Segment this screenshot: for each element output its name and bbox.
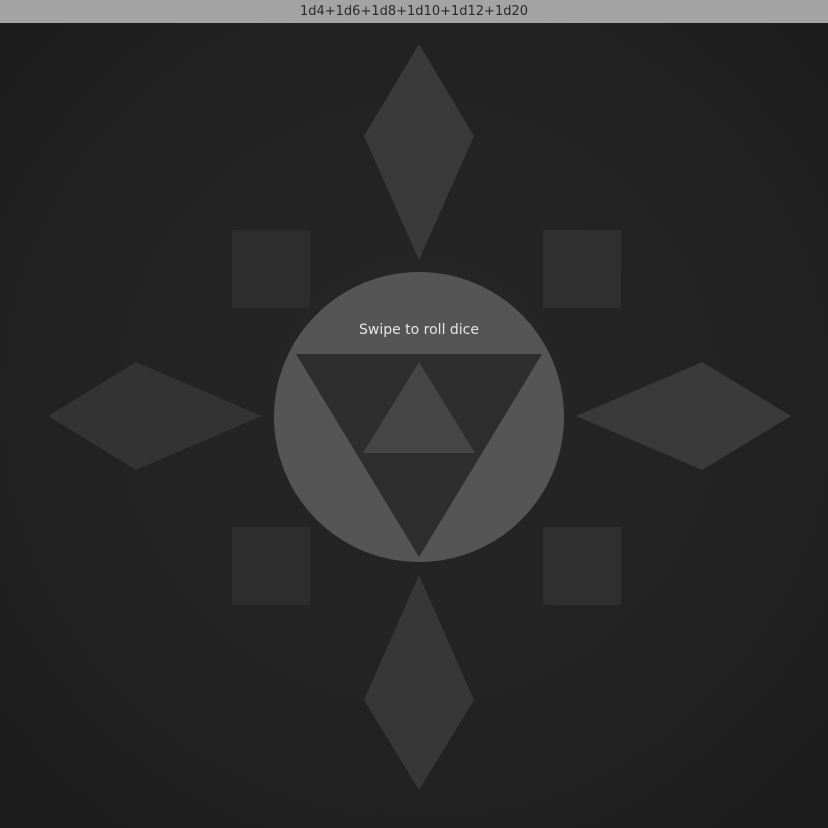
- square-die-icon[interactable]: [543, 230, 621, 308]
- square-die-icon[interactable]: [232, 527, 310, 605]
- swipe-area[interactable]: Swipe to roll dice: [0, 23, 828, 828]
- square-die-icon[interactable]: [232, 230, 310, 308]
- square-die-icon[interactable]: [543, 527, 621, 605]
- swipe-instruction: Swipe to roll dice: [358, 322, 479, 338]
- window-title: 1d4+1d6+1d8+1d10+1d12+1d20: [0, 0, 828, 23]
- dice-roller-app: 1d4+1d6+1d8+1d10+1d12+1d20 Swipe to roll…: [0, 0, 828, 828]
